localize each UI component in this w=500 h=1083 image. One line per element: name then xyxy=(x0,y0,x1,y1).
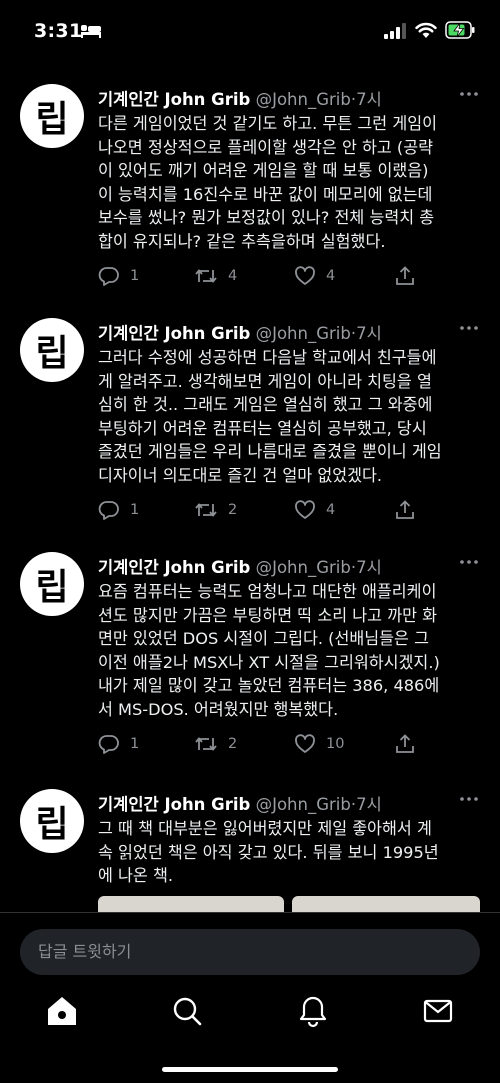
reply-count: 1 xyxy=(130,736,140,752)
author-handle: @John_Grib xyxy=(255,795,351,814)
reply-button[interactable]: 1 xyxy=(98,499,139,521)
tweet-text: 다른 게임이었던 것 같기도 하고. 무튼 그런 게임이 나오면 정상적으로 플… xyxy=(98,114,438,251)
status-bar: 3:31 xyxy=(0,0,500,62)
tweet-media[interactable] xyxy=(98,896,480,912)
media-photo-1[interactable] xyxy=(98,896,284,912)
avatar[interactable]: 립 xyxy=(20,318,84,382)
search-icon[interactable] xyxy=(167,991,207,1031)
wifi-icon xyxy=(415,22,437,38)
like-count: 4 xyxy=(326,502,336,518)
status-time: 3:31 xyxy=(34,20,83,42)
retweet-icon xyxy=(195,503,217,517)
author-name[interactable]: 기계인간 John Grib xyxy=(98,795,250,814)
tweet-actions: 1 4 4 xyxy=(98,265,428,291)
share-icon xyxy=(396,500,414,519)
share-icon xyxy=(396,266,414,285)
heart-icon xyxy=(295,266,315,285)
tweet-time: ·7시 xyxy=(350,324,382,343)
share-icon xyxy=(396,734,414,753)
author-name[interactable]: 기계인간 John Grib xyxy=(98,558,250,577)
like-button[interactable]: 4 xyxy=(294,265,335,287)
author-handle: @John_Grib xyxy=(255,558,351,577)
avatar[interactable]: 립 xyxy=(20,789,84,853)
share-button[interactable] xyxy=(394,265,416,287)
author-handle: @John_Grib xyxy=(255,90,351,109)
heart-icon xyxy=(295,500,315,519)
avatar[interactable]: 립 xyxy=(20,552,84,616)
share-button[interactable] xyxy=(394,733,416,755)
author-name[interactable]: 기계인간 John Grib xyxy=(98,324,250,343)
tweet-text: 그러다 수정에 성공하면 다음날 학교에서 친구들에 게 알려주고. 생각해보면… xyxy=(98,348,442,485)
more-options-icon[interactable] xyxy=(458,320,480,336)
more-options-icon[interactable] xyxy=(458,554,480,570)
like-count: 10 xyxy=(326,736,345,752)
retweet-icon xyxy=(195,737,217,751)
heart-icon xyxy=(295,734,315,753)
tweet-time: ·7시 xyxy=(350,558,382,577)
more-options-icon[interactable] xyxy=(458,86,480,102)
tweet-text: 그 때 책 대부분은 잃어버렸지만 제일 좋아해서 계 속 읽었던 책은 아직 … xyxy=(98,819,439,886)
reply-count: 1 xyxy=(130,268,140,284)
reply-icon xyxy=(98,501,119,520)
retweet-button[interactable]: 2 xyxy=(194,499,237,521)
battery-charging-icon xyxy=(445,21,475,39)
reply-button[interactable]: 1 xyxy=(98,265,139,287)
notifications-icon[interactable] xyxy=(293,991,333,1031)
reply-icon xyxy=(98,267,119,286)
tweet-header: 기계인간 John Grib @John_Grib·7시 xyxy=(98,86,382,110)
retweet-button[interactable]: 2 xyxy=(194,733,237,755)
like-button[interactable]: 10 xyxy=(294,733,344,755)
avatar[interactable]: 립 xyxy=(20,84,84,148)
retweet-icon xyxy=(195,269,217,283)
reply-icon xyxy=(98,735,119,754)
tab-bar xyxy=(0,991,500,1051)
reply-input[interactable]: 답글 트윗하기 xyxy=(20,929,480,975)
retweet-count: 4 xyxy=(228,268,238,284)
reply-count: 1 xyxy=(130,502,140,518)
retweet-count: 2 xyxy=(228,502,238,518)
tweet-header: 기계인간 John Grib @John_Grib·7시 xyxy=(98,554,382,578)
tweet-text: 요즘 컴퓨터는 능력도 엄청나고 대단한 애플리케이 션도 많지만 가끔은 부팅… xyxy=(98,582,440,719)
author-name[interactable]: 기계인간 John Grib xyxy=(98,90,250,109)
retweet-count: 2 xyxy=(228,736,238,752)
tweet-time: ·7시 xyxy=(350,90,382,109)
share-button[interactable] xyxy=(394,499,416,521)
retweet-button[interactable]: 4 xyxy=(194,265,237,287)
home-indicator[interactable] xyxy=(162,1067,338,1072)
like-count: 4 xyxy=(326,268,336,284)
tweet-time: ·7시 xyxy=(350,795,382,814)
sleep-mode-icon xyxy=(81,25,101,38)
tweet-header: 기계인간 John Grib @John_Grib·7시 xyxy=(98,791,382,815)
home-icon[interactable] xyxy=(42,991,82,1031)
tweet-actions: 1 2 4 xyxy=(98,499,428,525)
tweet-header: 기계인간 John Grib @John_Grib·7시 xyxy=(98,320,382,344)
like-button[interactable]: 4 xyxy=(294,499,335,521)
tweet-actions: 1 2 10 xyxy=(98,733,428,759)
author-handle: @John_Grib xyxy=(255,324,351,343)
reply-button[interactable]: 1 xyxy=(98,733,139,755)
more-options-icon[interactable] xyxy=(458,791,480,807)
cellular-signal-icon xyxy=(384,23,406,39)
bottom-panel: 답글 트윗하기 xyxy=(0,912,500,1083)
messages-icon[interactable] xyxy=(418,991,458,1031)
media-photo-2[interactable] xyxy=(292,896,480,912)
